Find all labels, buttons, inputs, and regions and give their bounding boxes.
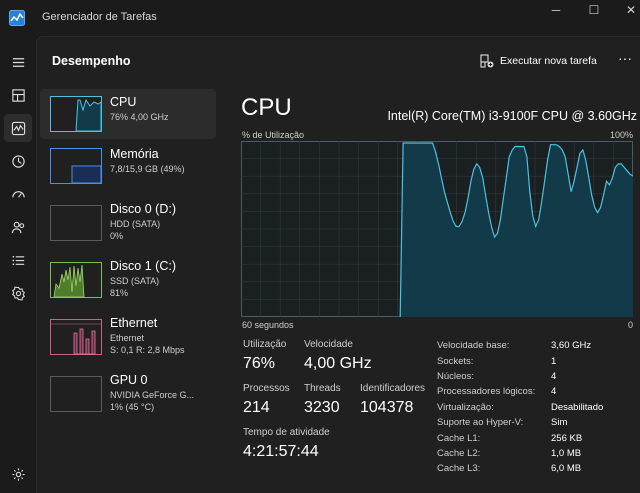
resource-line1: NVIDIA GeForce G... <box>110 390 195 400</box>
info-key: Núcleos: <box>437 371 474 382</box>
info-value: 256 KB <box>551 433 583 444</box>
resource-item-disk-1[interactable]: Disco 1 (C:) SSD (SATA) 81% <box>40 255 216 305</box>
graph-time-span-label: 60 segundos <box>242 320 294 330</box>
utilization-label: Utilização <box>243 339 287 350</box>
more-options-button[interactable]: ··· <box>615 51 635 70</box>
resource-name: CPU <box>110 95 137 109</box>
threads-value: 3230 <box>304 399 340 416</box>
resource-line2: 1% (45 °C) <box>110 402 155 412</box>
info-value: 1 <box>551 356 557 367</box>
threads-label: Threads <box>304 383 341 394</box>
info-value: 4 <box>551 386 557 397</box>
performance-icon <box>11 121 25 135</box>
users-icon <box>11 221 24 233</box>
resource-line1: 7,8/15,9 GB (49%) <box>110 164 185 174</box>
navigation-rail <box>0 36 36 493</box>
utilization-value: 76% <box>243 355 276 372</box>
nav-app-history[interactable] <box>4 147 32 175</box>
main-panel: Desempenho Executar nova tarefa ··· CPU … <box>36 36 640 493</box>
handles-label: Identificadores <box>360 383 426 394</box>
app-history-icon <box>11 154 25 168</box>
cpu-sparkline <box>50 96 102 132</box>
ethernet-sparkline <box>50 319 102 355</box>
info-key: Cache L2: <box>437 448 481 459</box>
processes-value: 214 <box>243 399 270 416</box>
resource-line1: HDD (SATA) <box>110 219 161 229</box>
page-title: Desempenho <box>52 54 131 68</box>
info-value: Sim <box>551 417 568 428</box>
run-task-icon <box>480 54 494 68</box>
memory-sparkline <box>50 148 102 184</box>
nav-services[interactable] <box>4 279 32 307</box>
hamburger-menu-icon <box>12 57 24 67</box>
info-key: Velocidade base: <box>437 340 510 351</box>
resource-line1: Ethernet <box>110 333 145 343</box>
cpu-model: Intel(R) Core(TM) i3-9100F CPU @ 3.60GHz <box>387 109 637 123</box>
uptime-label: Tempo de atividade <box>243 427 330 438</box>
nav-details[interactable] <box>4 246 32 274</box>
graph-time-end-label: 0 <box>627 320 633 330</box>
info-key: Cache L3: <box>437 463 481 474</box>
utilization-max-label: 100% <box>609 130 633 140</box>
disk-0-sparkline <box>50 205 102 241</box>
nav-performance[interactable] <box>4 114 32 142</box>
utilization-axis-label: % de Utilização <box>242 130 305 140</box>
run-new-task-button[interactable]: Executar nova tarefa <box>480 52 597 70</box>
uptime-value: 4:21:57:44 <box>243 443 319 460</box>
gpu-sparkline <box>50 376 102 412</box>
info-value: 4 <box>551 371 557 382</box>
info-value: 3,60 GHz <box>551 340 592 351</box>
processes-label: Processos <box>243 383 290 394</box>
resource-item-gpu[interactable]: GPU 0 NVIDIA GeForce G... 1% (45 °C) <box>40 369 216 419</box>
task-manager-app-icon <box>9 10 25 26</box>
startup-apps-icon <box>11 190 25 198</box>
handles-value: 104378 <box>360 399 414 416</box>
resource-item-ethernet[interactable]: Ethernet Ethernet S: 0,1 R: 2,8 Mbps <box>40 312 216 362</box>
nav-settings[interactable] <box>4 460 32 488</box>
resource-line2: 81% <box>110 288 129 298</box>
info-value: 1,0 MB <box>551 448 582 459</box>
info-value: 6,0 MB <box>551 463 582 474</box>
nav-users[interactable] <box>4 213 32 241</box>
resource-name: GPU 0 <box>110 373 148 387</box>
title-bar: Gerenciador de Tarefas ─ ☐ ✕ <box>0 0 640 36</box>
resource-item-memory[interactable]: Memória 7,8/15,9 GB (49%) <box>40 141 216 191</box>
run-task-label: Executar nova tarefa <box>500 55 597 67</box>
resource-name: Ethernet <box>110 316 158 330</box>
info-key: Cache L1: <box>437 433 481 444</box>
detail-title: CPU <box>241 94 292 121</box>
resource-line1: SSD (SATA) <box>110 276 160 286</box>
maximize-button[interactable]: ☐ <box>587 3 601 17</box>
settings-icon <box>11 467 25 481</box>
info-key: Suporte ao Hyper-V: <box>437 417 524 428</box>
minimize-button[interactable]: ─ <box>549 3 563 17</box>
resource-item-disk-0[interactable]: Disco 0 (D:) HDD (SATA) 0% <box>40 198 216 248</box>
nav-startup-apps[interactable] <box>4 180 32 208</box>
info-value: Desabilitado <box>551 402 604 413</box>
info-key: Virtualização: <box>437 402 494 413</box>
info-key: Processadores lógicos: <box>437 386 536 397</box>
close-button[interactable]: ✕ <box>624 3 638 17</box>
cpu-utilization-graph <box>241 141 633 317</box>
resource-line2: 0% <box>110 231 124 241</box>
resource-name: Disco 0 (D:) <box>110 202 176 216</box>
page-header: Desempenho Executar nova tarefa ··· <box>37 37 640 83</box>
speed-value: 4,00 GHz <box>304 355 372 372</box>
processes-icon <box>11 88 25 102</box>
speed-label: Velocidade <box>304 339 353 350</box>
nav-processes[interactable] <box>4 81 32 109</box>
resource-name: Disco 1 (C:) <box>110 259 176 273</box>
resource-item-cpu[interactable]: CPU 76% 4,00 GHz <box>40 89 216 139</box>
resource-line2: S: 0,1 R: 2,8 Mbps <box>110 345 185 355</box>
hamburger-menu-button[interactable] <box>4 48 32 76</box>
window-title: Gerenciador de Tarefas <box>42 11 157 23</box>
disk-1-sparkline <box>50 262 102 298</box>
services-icon <box>11 286 25 301</box>
resource-name: Memória <box>110 147 159 161</box>
info-key: Sockets: <box>437 356 474 367</box>
details-icon <box>12 255 24 265</box>
resource-line1: 76% 4,00 GHz <box>110 112 169 122</box>
